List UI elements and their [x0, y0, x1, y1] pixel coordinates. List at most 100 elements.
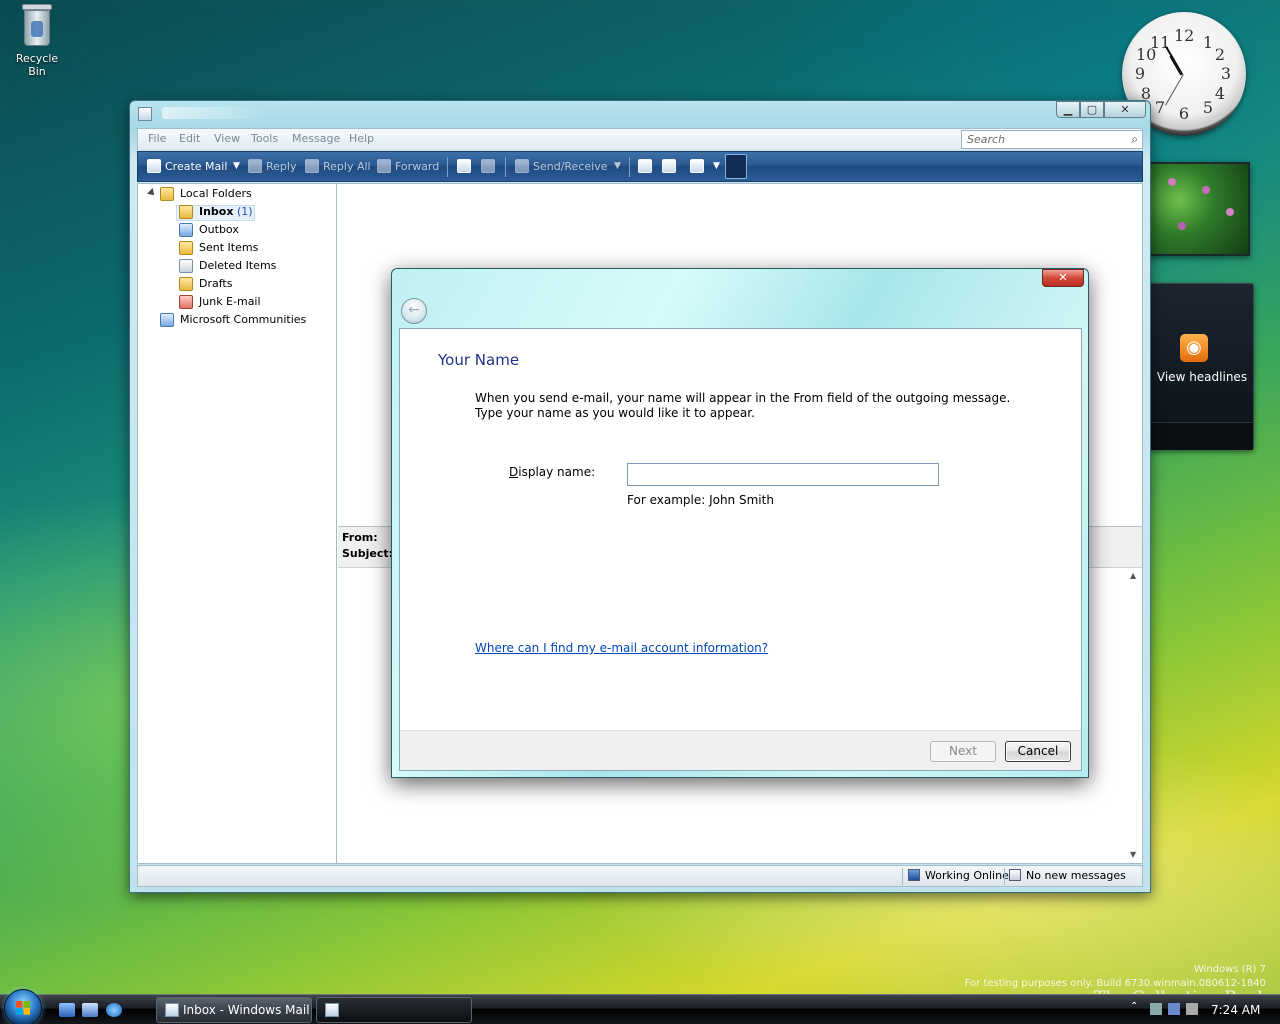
switch-windows-icon[interactable] — [82, 1003, 98, 1017]
account-info-help-link[interactable]: Where can I find my e-mail account infor… — [475, 641, 768, 655]
minimize-button[interactable]: ▁ — [1056, 101, 1080, 118]
outbox-icon — [179, 223, 193, 237]
menu-bar: File Edit View Tools Message Help Search… — [137, 128, 1143, 150]
scroll-down-icon[interactable]: ▼ — [1130, 850, 1136, 859]
back-button[interactable]: ← — [401, 298, 427, 324]
calendar-icon — [662, 159, 676, 173]
menu-file[interactable]: File — [148, 132, 166, 145]
reply-label: Reply — [266, 160, 297, 173]
close-window-button[interactable]: ✕ — [1104, 101, 1146, 118]
forward-button[interactable]: Forward — [377, 152, 439, 181]
taskbar-mail-dialog[interactable] — [316, 997, 472, 1023]
mail-app-icon — [138, 107, 152, 121]
display-name-mnemonic: D — [509, 465, 519, 479]
next-button[interactable]: Next — [930, 741, 996, 762]
display-name-input[interactable] — [627, 463, 939, 486]
create-mail-label: Create Mail — [165, 160, 228, 173]
window-title — [162, 107, 262, 119]
dialog-close-button[interactable]: ✕ — [1042, 269, 1084, 287]
menu-view[interactable]: View — [214, 132, 240, 145]
folder-label: Deleted Items — [199, 259, 277, 272]
build-watermark-line-1: Windows (R) 7 — [1193, 964, 1266, 975]
recycle-bin-icon — [20, 4, 54, 48]
taskbar: Inbox - Windows Mail ⌃ 7:24 AM — [0, 989, 1280, 1024]
online-icon — [908, 869, 920, 881]
maximize-button[interactable]: ▢ — [1080, 101, 1104, 118]
internet-explorer-icon[interactable] — [106, 1003, 122, 1017]
collapse-arrow-icon[interactable] — [147, 188, 157, 198]
menu-edit[interactable]: Edit — [179, 132, 200, 145]
slideshow-gadget[interactable] — [1148, 162, 1250, 256]
folder-label: Drafts — [199, 277, 233, 290]
folder-deleted-items[interactable]: Deleted Items — [179, 257, 276, 275]
mail-app-icon — [325, 1003, 339, 1017]
create-mail-button[interactable]: Create Mail — [147, 152, 227, 181]
folder-label: Junk E-mail — [199, 295, 261, 308]
delete-icon — [481, 159, 495, 173]
folder-drafts[interactable]: Drafts — [179, 275, 232, 293]
unread-count: (1) — [236, 205, 253, 218]
contacts-button[interactable] — [638, 152, 656, 181]
send-receive-button[interactable]: Send/Receive — [515, 152, 607, 181]
preview-scrollbar[interactable]: ▲ ▼ — [1126, 568, 1142, 863]
back-arrow-icon: ← — [408, 302, 420, 318]
send-receive-dropdown-icon[interactable]: ▼ — [614, 152, 621, 181]
find-button[interactable] — [690, 152, 708, 181]
cancel-button[interactable]: Cancel — [1005, 741, 1071, 762]
network-icon[interactable] — [1150, 1003, 1162, 1015]
clock-hour-hand — [1169, 54, 1183, 76]
rss-icon: ◉ — [1180, 334, 1208, 362]
clock-second-hand — [1165, 74, 1184, 106]
menu-message[interactable]: Message — [292, 132, 340, 145]
taskbar-clock[interactable]: 7:24 AM — [1211, 1003, 1260, 1017]
dialog-instruction-line-2: Type your name as you would like it to a… — [475, 406, 755, 420]
dialog-footer: Next Cancel — [400, 730, 1081, 770]
search-icon[interactable]: ⌕ — [1131, 132, 1138, 147]
create-mail-dropdown-icon[interactable]: ▼ — [233, 152, 240, 181]
find-dropdown-icon[interactable]: ▼ — [713, 152, 720, 181]
new-mail-icon — [147, 159, 161, 173]
folder-microsoft-communities[interactable]: Microsoft Communities — [160, 311, 306, 329]
scroll-up-icon[interactable]: ▲ — [1130, 571, 1136, 580]
feed-headlines-gadget[interactable]: ◉ View headlines — [1148, 283, 1254, 450]
forward-icon — [377, 159, 391, 173]
recycle-bin[interactable]: Recycle Bin — [6, 4, 68, 78]
drafts-icon — [179, 277, 193, 291]
recycle-bin-label: Recycle Bin — [15, 52, 59, 78]
from-label: From: — [342, 531, 378, 544]
menu-tools[interactable]: Tools — [251, 132, 278, 145]
clock-number: 5 — [1202, 98, 1214, 117]
reply-all-button[interactable]: Reply All — [305, 152, 371, 181]
display-name-label: Display name: — [509, 465, 595, 479]
show-desktop-icon[interactable] — [59, 1003, 75, 1017]
folders-icon — [160, 187, 174, 201]
show-hidden-icons-icon[interactable]: ⌃ — [1130, 1001, 1142, 1013]
folder-sent-items[interactable]: Sent Items — [179, 239, 258, 257]
view-headlines-label: View headlines — [1156, 370, 1248, 384]
folder-local-folders[interactable]: Local Folders — [160, 185, 252, 203]
folder-inbox[interactable]: Inbox (1) — [179, 203, 253, 221]
status-divider — [1004, 868, 1005, 885]
sent-items-icon — [179, 241, 193, 255]
start-button[interactable] — [4, 989, 42, 1024]
folder-junk-email[interactable]: Junk E-mail — [179, 293, 261, 311]
folder-outbox[interactable]: Outbox — [179, 221, 239, 239]
toolbar: Create Mail ▼ Reply Reply All Forward Se… — [137, 151, 1143, 182]
display-icon[interactable] — [1168, 1003, 1180, 1015]
reply-all-icon — [305, 159, 319, 173]
taskbar-inbox-windows-mail[interactable]: Inbox - Windows Mail — [156, 997, 312, 1023]
toolbar-separator — [629, 157, 630, 177]
print-button[interactable] — [457, 152, 475, 181]
folder-label: Inbox — [199, 205, 234, 218]
dialog-instruction-line-1: When you send e-mail, your name will app… — [475, 391, 1011, 405]
volume-muted-icon[interactable] — [1186, 1003, 1198, 1015]
folder-list-toggle-button[interactable] — [725, 154, 747, 179]
calendar-button[interactable] — [662, 152, 680, 181]
delete-button[interactable] — [481, 152, 499, 181]
clock-number: 12 — [1174, 26, 1195, 45]
folder-pane: Local Folders Inbox (1) Outbox Sent Item… — [138, 184, 337, 863]
contacts-icon — [638, 159, 652, 173]
search-input[interactable]: Search ⌕ — [961, 130, 1143, 149]
menu-help[interactable]: Help — [349, 132, 374, 145]
reply-button[interactable]: Reply — [248, 152, 296, 181]
